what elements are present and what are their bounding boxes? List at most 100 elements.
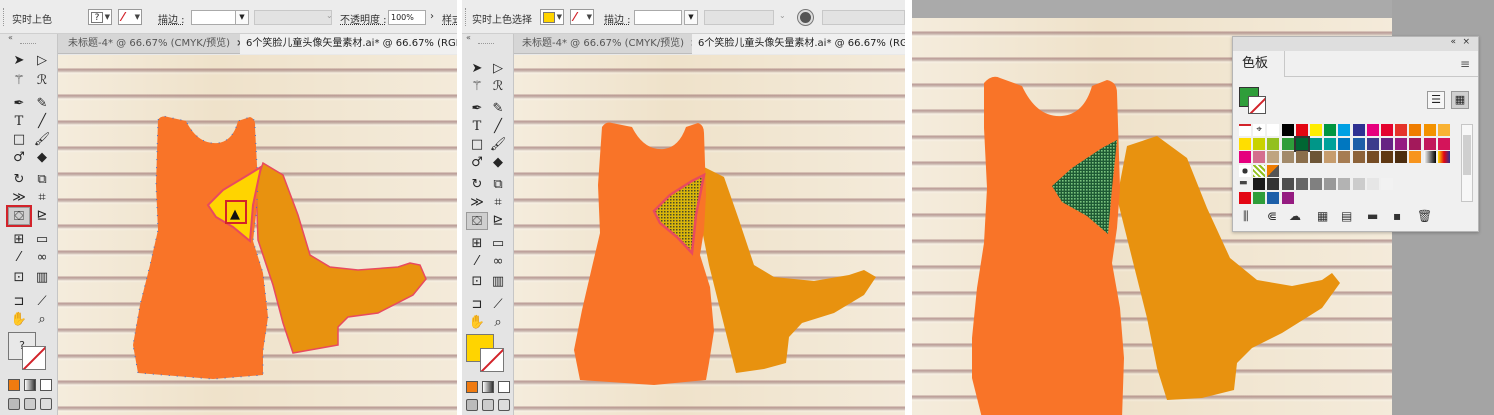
swatch-cell[interactable] <box>1437 124 1450 136</box>
draw-inside-icon[interactable] <box>40 398 52 410</box>
stroke-weight-label[interactable]: 描边 : <box>158 11 185 26</box>
stroke-color-button[interactable]: ⁄ ▼ <box>118 9 142 25</box>
none-mode-icon[interactable] <box>498 381 510 393</box>
swatch-cell[interactable] <box>1423 124 1436 136</box>
swatch-cell[interactable] <box>1338 124 1351 136</box>
tab-untitled-4[interactable]: 未标题-4* @ 66.67% (CMYK/预览)× <box>516 34 704 54</box>
swatch-cell[interactable] <box>1239 164 1251 177</box>
swatch-cell[interactable] <box>1352 137 1365 150</box>
blend-icon[interactable]: ∞ <box>31 249 53 267</box>
fill-color-button[interactable]: ? ▼ <box>88 9 112 25</box>
swatch-cell[interactable] <box>1267 137 1280 150</box>
symbol-sprayer-icon[interactable]: ⊡ <box>8 269 30 287</box>
rectangle-icon[interactable]: □ <box>466 136 488 154</box>
menu-icon[interactable]: ≡ <box>1460 57 1470 71</box>
swatch-cell[interactable] <box>1381 137 1393 150</box>
draw-inside-icon[interactable] <box>498 399 510 411</box>
direct-selection-tool-icon[interactable]: ▷ <box>31 52 53 70</box>
draw-behind-icon[interactable] <box>482 399 494 411</box>
swatch-cell[interactable] <box>1310 151 1322 163</box>
paintbrush-icon[interactable]: 🖌 <box>31 131 53 149</box>
swatch-cell[interactable] <box>1281 191 1294 204</box>
swatch-cell[interactable] <box>1409 151 1422 163</box>
new-swatch-icon[interactable]: ▪ <box>1393 209 1401 223</box>
rotate-icon[interactable]: ↻ <box>8 171 30 189</box>
boot-shape[interactable] <box>699 167 876 373</box>
swatch-cell[interactable]: ▬ <box>1239 178 1251 190</box>
free-transform-icon[interactable]: ⌗ <box>31 189 53 207</box>
stroke-weight-dropdown[interactable]: ▼ <box>235 10 249 25</box>
curvature-icon[interactable]: ✎ <box>31 95 53 113</box>
dress-shape[interactable] <box>132 115 269 380</box>
eraser-icon[interactable]: ◆ <box>487 154 509 172</box>
line-icon[interactable]: ╱ <box>487 118 509 136</box>
curvature-icon[interactable]: ✎ <box>487 100 509 118</box>
paintbrush-icon[interactable]: 🖌 <box>487 136 509 154</box>
swatch-cell[interactable] <box>1310 178 1322 190</box>
swatch-cell[interactable] <box>1239 191 1251 204</box>
swatch-cell[interactable] <box>1281 178 1294 190</box>
swatch-cell[interactable] <box>1395 124 1408 136</box>
swatch-cell[interactable] <box>1310 124 1322 136</box>
live-paint-selection-icon[interactable]: ⊵ <box>31 207 53 225</box>
fill-color-button[interactable]: ▼ <box>540 9 564 25</box>
swatch-cell[interactable] <box>1253 191 1266 204</box>
swatch-cell[interactable] <box>1281 151 1294 163</box>
variable-width-profile[interactable] <box>254 10 332 25</box>
gradient-mode-icon[interactable] <box>24 379 36 391</box>
scroll-thumb[interactable] <box>1463 135 1471 175</box>
swatch-cell[interactable] <box>1295 151 1308 163</box>
hand-icon[interactable]: ✋ <box>8 311 30 329</box>
column-graph-icon[interactable]: ▥ <box>31 269 53 287</box>
lasso-icon[interactable]: ℛ <box>31 72 53 90</box>
opacity-input[interactable]: 100% <box>388 10 426 25</box>
tab-untitled-4[interactable]: 未标题-4* @ 66.67% (CMYK/预览)× <box>62 34 250 54</box>
color-mode-icon[interactable] <box>8 379 20 391</box>
scale-icon[interactable]: ⧉ <box>487 176 509 194</box>
swatch-cell[interactable] <box>1381 124 1393 136</box>
new-color-group-icon[interactable]: ▤ <box>1341 209 1352 223</box>
swatch-cell[interactable] <box>1338 137 1351 150</box>
swatch-cell[interactable] <box>1324 137 1337 150</box>
trash-icon[interactable]: 🗑 <box>1417 209 1432 223</box>
swatch-cell[interactable] <box>1267 178 1280 190</box>
swatch-cell[interactable] <box>1409 137 1422 150</box>
opacity-label[interactable]: 不透明度 : <box>340 11 387 26</box>
direct-selection-tool-icon[interactable]: ▷ <box>487 60 509 78</box>
slice-icon[interactable]: ⟋ <box>487 296 509 314</box>
live-paint-bucket-icon[interactable]: ⛋ <box>466 212 488 230</box>
swatch-cell[interactable] <box>1352 178 1365 190</box>
symbol-sprayer-icon[interactable]: ⊡ <box>466 273 488 291</box>
show-kinds-icon[interactable]: ⋐ <box>1267 209 1277 223</box>
swatch-cell[interactable] <box>1437 137 1450 150</box>
eyedropper-icon[interactable]: ⁄ <box>466 253 488 271</box>
swatch-cell[interactable] <box>1267 124 1280 136</box>
swatch-cell[interactable] <box>1295 124 1308 136</box>
swatch-cell[interactable] <box>1338 151 1351 163</box>
swatch-cell[interactable] <box>1338 178 1351 190</box>
zoom-icon[interactable]: ⌕ <box>487 314 509 332</box>
swatch-cell[interactable] <box>1310 137 1322 150</box>
swatch-cell[interactable] <box>1239 137 1251 150</box>
artboard-icon[interactable]: ⊐ <box>8 293 30 311</box>
swatch-cell[interactable] <box>1281 124 1294 136</box>
swatch-cell[interactable] <box>1324 124 1337 136</box>
stroke-weight-input[interactable] <box>634 10 682 25</box>
tab-smiley-kids[interactable]: 6个笑脸儿童头像矢量素材.ai* @ 66.67% (RGB/预览) <box>692 34 905 54</box>
eyedropper-icon[interactable]: ⁄ <box>8 249 30 267</box>
width-icon[interactable]: ≫ <box>466 194 488 212</box>
collapse-icon[interactable]: « <box>8 33 13 42</box>
lasso-icon[interactable]: ℛ <box>487 78 509 96</box>
draw-mode-icon[interactable] <box>466 399 478 411</box>
slice-icon[interactable]: ⟋ <box>31 293 53 311</box>
artboard-canvas[interactable] <box>514 55 905 415</box>
swatch-cell[interactable] <box>1239 124 1251 136</box>
swatch-cell[interactable] <box>1409 124 1422 136</box>
swatch-cell[interactable] <box>1239 151 1251 163</box>
swatch-cell[interactable] <box>1381 178 1393 190</box>
brush-definition[interactable] <box>822 10 905 25</box>
swatch-cell[interactable] <box>1295 178 1308 190</box>
swatch-cell[interactable] <box>1423 137 1436 150</box>
swatch-options-icon[interactable]: ☁ <box>1289 209 1301 223</box>
magic-wand-icon[interactable]: ⚚ <box>8 72 30 90</box>
